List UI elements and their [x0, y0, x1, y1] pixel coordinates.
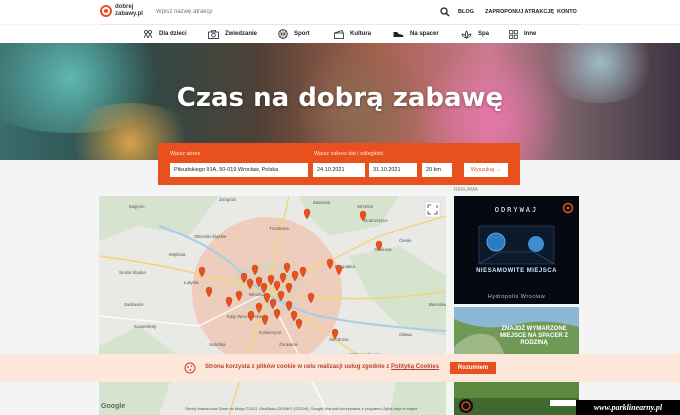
cookie-icon [184, 362, 196, 374]
ad-banner-bottom[interactable] [454, 380, 579, 415]
map-town-label: Oława [399, 332, 412, 337]
map-town-label: Miękinia [169, 252, 186, 257]
category-label: Inne [524, 31, 537, 37]
ad-label: REKLAMA [454, 187, 478, 193]
logo-text: dobrej zabawy.pl [115, 4, 149, 18]
map-fullscreen-button [424, 201, 441, 218]
address-label: Wpisz adres [170, 151, 201, 157]
ad1-subtitle: NIESAMOWITE MIEJSCA [476, 268, 557, 274]
hero-title: Czas na dobrą zabawę [176, 83, 504, 113]
category-label: Sport [294, 31, 310, 37]
map-town-label: Ciesie [399, 238, 412, 243]
nav-account[interactable]: KONTO [557, 0, 577, 24]
map-town-label: Dobroszyce [364, 218, 388, 223]
map-town-label: Oleśnica [374, 247, 392, 252]
category-other[interactable]: Inne [509, 25, 536, 43]
logo-line2: zabawy.pl [115, 11, 143, 17]
ad3-illustration [454, 380, 579, 415]
spa-icon [461, 29, 472, 39]
attractions-map[interactable]: Trzebnica Oborniki Śląskie Zawonia Strzelce… [99, 196, 446, 415]
nav-propose-attraction[interactable]: ZAPROPONUJ ATRAKCJĘ [485, 0, 554, 24]
category-sightseeing[interactable]: Zwiedzanie [208, 25, 257, 43]
camera-icon [208, 29, 219, 39]
map-town-label: Trzebnica [269, 226, 289, 231]
address-field[interactable]: Piłsudskiego 91A, 50-019 Wrocław, Polska [170, 163, 308, 177]
range-label: Wpisz zakres dat i odległość [314, 151, 384, 157]
map-town-label: Mojęcin [129, 204, 145, 209]
category-spa[interactable]: Spa [461, 25, 489, 43]
ball-icon [278, 29, 288, 39]
ad1-footer: Hydropolis Wrocław [487, 294, 546, 300]
map-town-label: Kąty Wrocławskie [227, 314, 263, 319]
map-town-label: Strzelce [357, 204, 374, 209]
map-town-label: Żórawina [279, 341, 298, 347]
ad-logo-icon [562, 202, 574, 214]
cookie-bar: Strona korzysta z plików cookie w celu r… [0, 354, 680, 382]
grid-icon [509, 29, 518, 39]
search-icon[interactable] [440, 7, 450, 17]
cookie-accept-button[interactable]: Rozumiem [450, 362, 496, 374]
google-logo: Google [101, 403, 126, 410]
category-sport[interactable]: Sport [278, 25, 310, 43]
date-to-field[interactable]: 31.10.2021 [369, 163, 417, 177]
category-label: Zwiedzanie [225, 31, 258, 37]
ad1-illustration [478, 225, 555, 265]
category-label: Spa [478, 31, 490, 37]
clapperboard-icon [334, 29, 344, 39]
ad1-headline: ODRYWAJ [494, 206, 539, 214]
shoe-icon [393, 32, 404, 37]
map-town-label: Sobótka [209, 342, 226, 347]
search-input[interactable] [150, 0, 440, 24]
map-town-label: Kobierzyce [259, 330, 282, 335]
map-footer: Google Skróty klawiszowe Dane do Mapy ©2… [99, 400, 446, 415]
map-town-label: Sadowice [124, 302, 144, 307]
category-label: Kultura [350, 31, 371, 37]
category-walk[interactable]: Na spacer [393, 25, 439, 43]
map-town-label: Lutynia [184, 280, 199, 285]
nav-blog[interactable]: BLOG [458, 0, 474, 24]
attraction-search-panel: Wpisz adres Wpisz zakres dat i odległość… [158, 143, 520, 185]
cookie-policy-link[interactable]: Polityką Cookies [391, 364, 439, 370]
category-bar: Dla dzieci Zwiedzanie Sport Kultura Na s… [0, 25, 680, 43]
cookie-message: Strona korzysta z plików cookie w celu r… [205, 364, 439, 370]
ad2-text: ZNAJDŹ WYMARZONE MIEJSCE NA SPACER Z ROD… [499, 326, 568, 346]
logo-mark-icon [100, 5, 112, 17]
map-town-label: Środa Śląska [119, 268, 146, 275]
search-button[interactable]: Wyszukaj → [464, 163, 508, 177]
map-town-label: Zawonia [313, 200, 331, 205]
map-town-label: Kostomłoty [134, 324, 157, 329]
page: dobrej zabawy.pl BLOG ZAPROPONUJ ATRAKCJ… [0, 0, 680, 415]
map-town-label: Siechnice [329, 337, 349, 342]
map-attribution[interactable]: Skróty klawiszowe Dane do Mapy ©2021 Geo… [185, 406, 417, 411]
map-town-label: Bierutów [429, 302, 446, 307]
category-for-kids[interactable]: Dla dzieci [143, 25, 187, 43]
map-canvas[interactable]: Trzebnica Oborniki Śląskie Zawonia Strzelce… [99, 196, 446, 415]
cookie-text: Strona korzysta z plików cookie w celu r… [205, 364, 392, 370]
logo[interactable]: dobrej zabawy.pl [100, 3, 146, 21]
top-bar: dobrej zabawy.pl BLOG ZAPROPONUJ ATRAKCJ… [0, 0, 680, 24]
ad-banner-hydropolis[interactable]: ODRYWAJ NIESAMOWITE MIEJSCA Hydropolis W… [454, 196, 579, 304]
watermark: www.parklinearny.pl [576, 400, 680, 415]
map-town-label: Oborniki Śląskie [194, 232, 227, 239]
logo-line1: dobrej [115, 4, 134, 10]
map-town-label: Żmigród [219, 196, 236, 202]
category-label: Dla dzieci [159, 31, 187, 37]
category-culture[interactable]: Kultura [334, 25, 371, 43]
category-label: Na spacer [410, 31, 439, 37]
date-from-field[interactable]: 24.10.2021 [313, 163, 365, 177]
distance-field[interactable]: 20 km [422, 163, 452, 177]
children-icon [143, 29, 153, 38]
map-attraction-pin[interactable] [303, 208, 311, 220]
